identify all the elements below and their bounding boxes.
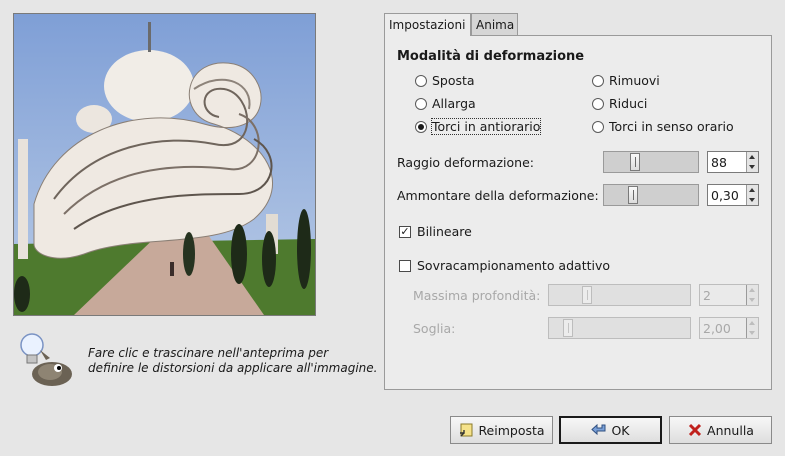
amount-slider[interactable] [603, 184, 699, 206]
threshold-label: Soglia: [413, 321, 456, 336]
slider-handle[interactable] [628, 186, 638, 204]
slider-handle[interactable] [582, 286, 592, 304]
radio-label: Torci in senso orario [609, 119, 734, 134]
adaptive-supersample-checkbox[interactable]: Sovracampionamento adattivo [399, 258, 610, 273]
ok-button[interactable]: OK [559, 416, 662, 444]
radio-label: Rimuovi [609, 73, 660, 88]
max-depth-slider[interactable] [548, 284, 691, 306]
radio-swirl-ccw[interactable]: Torci in antiorario [415, 118, 542, 135]
cancel-label: Annulla [707, 422, 754, 438]
radius-slider[interactable] [603, 151, 699, 173]
radio-label: Allarga [432, 96, 476, 111]
max-depth-label: Massima profondità: [413, 288, 541, 303]
radio-indicator [592, 97, 604, 110]
ok-label: OK [611, 422, 630, 438]
checkbox-label: Sovracampionamento adattivo [417, 258, 611, 273]
hint-text: Fare clic e trascinare nell'anteprima pe… [88, 346, 378, 375]
threshold-slider[interactable] [548, 317, 691, 339]
radio-shrink[interactable]: Riduci [592, 96, 647, 111]
radio-label: Sposta [432, 73, 475, 88]
amount-spinbox[interactable]: 0,30 [707, 184, 759, 206]
radio-indicator [415, 97, 427, 110]
radio-indicator [415, 120, 427, 133]
cancel-button[interactable]: Annulla [669, 416, 772, 444]
settings-panel: Modalità di deformazione Sposta Allarga … [384, 35, 772, 390]
threshold-spinbox[interactable]: 2,00 [699, 317, 759, 339]
tab-settings[interactable]: Impostazioni [384, 13, 471, 36]
ok-arrow-icon [591, 422, 607, 438]
slider-handle[interactable] [630, 153, 640, 171]
spin-buttons[interactable] [746, 152, 758, 172]
threshold-value: 2,00 [703, 321, 731, 336]
amount-label: Ammontare della deformazione: [397, 188, 599, 203]
checkbox-label: Bilineare [417, 224, 472, 239]
radio-move[interactable]: Sposta [415, 73, 475, 88]
slider-handle[interactable] [563, 319, 573, 337]
close-icon [687, 422, 703, 438]
checkbox-indicator: ✓ [399, 224, 411, 238]
bilinear-checkbox[interactable]: ✓ Bilineare [399, 224, 472, 239]
spin-buttons[interactable] [746, 285, 758, 305]
max-depth-spinbox[interactable]: 2 [699, 284, 759, 306]
reset-button[interactable]: Reimposta [450, 416, 553, 444]
radius-label: Raggio deformazione: [397, 155, 534, 170]
radio-label: Riduci [609, 96, 648, 111]
radio-remove[interactable]: Rimuovi [592, 73, 660, 88]
wilber-lightbulb-icon [14, 330, 74, 390]
checkbox-indicator [399, 259, 411, 272]
radio-label: Torci in antiorario [430, 118, 542, 135]
radio-grow[interactable]: Allarga [415, 96, 476, 111]
image-preview[interactable] [13, 13, 316, 316]
reset-label: Reimposta [478, 422, 545, 438]
radio-indicator [415, 74, 427, 87]
spin-buttons[interactable] [746, 318, 758, 338]
radius-spinbox[interactable]: 88 [707, 151, 759, 173]
amount-value: 0,30 [711, 188, 739, 203]
tab-animate[interactable]: Anima [471, 13, 518, 35]
radius-value: 88 [711, 155, 727, 170]
radio-swirl-cw[interactable]: Torci in senso orario [592, 119, 734, 134]
deform-mode-title: Modalità di deformazione [397, 49, 585, 64]
reset-icon [458, 422, 474, 438]
radio-indicator [592, 74, 604, 87]
radio-indicator [592, 120, 604, 133]
max-depth-value: 2 [703, 288, 711, 303]
spin-buttons[interactable] [746, 185, 758, 205]
